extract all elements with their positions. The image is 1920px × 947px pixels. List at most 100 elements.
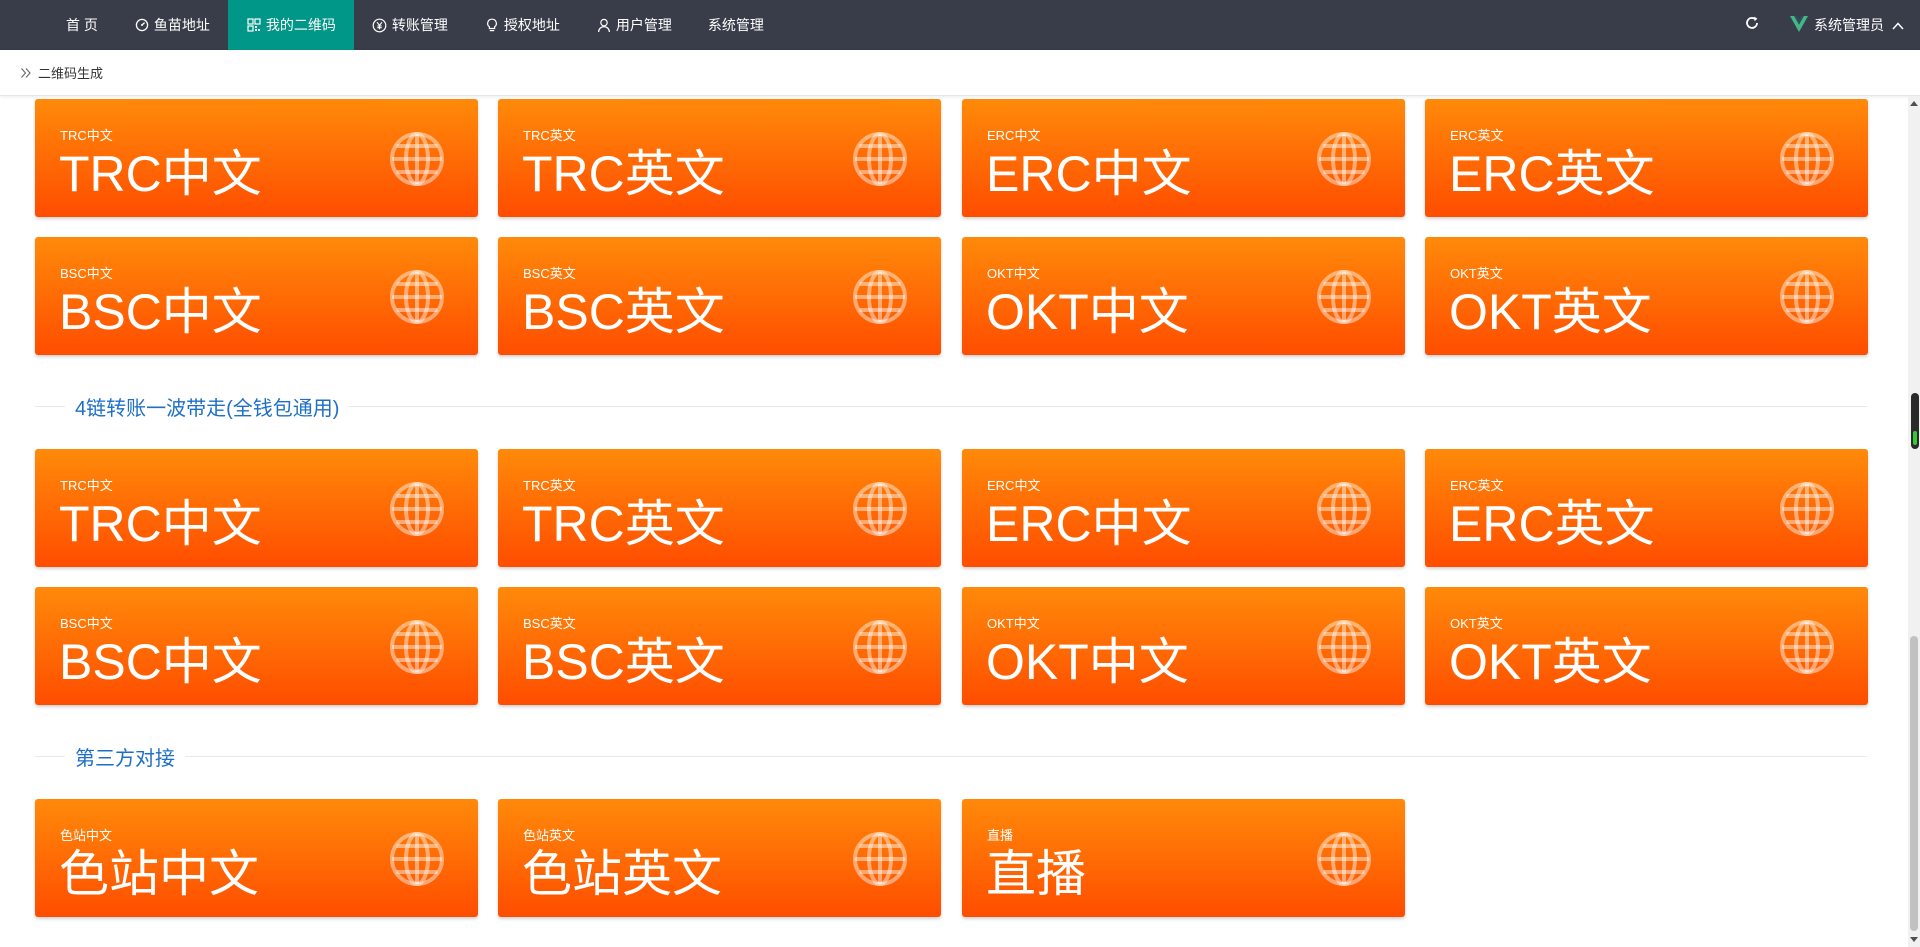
- card-label: TRC中文: [60, 128, 113, 143]
- card-title: OKT中文: [986, 634, 1189, 690]
- qrcode-card[interactable]: BSC英文 BSC英文: [498, 237, 941, 355]
- yen-icon: [372, 17, 388, 33]
- globe-icon: [1316, 131, 1372, 192]
- card-title: ERC中文: [986, 496, 1192, 552]
- qrcode-card[interactable]: OKT中文 OKT中文: [962, 587, 1405, 705]
- qrcode-card[interactable]: ERC英文 ERC英文: [1425, 449, 1868, 567]
- qrcode-card[interactable]: BSC英文 BSC英文: [498, 587, 941, 705]
- globe-icon: [1779, 619, 1835, 680]
- globe-icon: [852, 131, 908, 192]
- title-divider: [35, 755, 65, 757]
- card-title: OKT英文: [1449, 284, 1652, 340]
- nav-item-label: 首 页: [66, 17, 98, 33]
- nav-item-system[interactable]: 系统管理: [690, 0, 782, 50]
- user-menu[interactable]: 系统管理员: [1790, 15, 1920, 35]
- card-title: 色站中文: [59, 846, 259, 902]
- card-title: TRC中文: [59, 496, 262, 552]
- qrcode-card[interactable]: ERC中文 ERC中文: [962, 449, 1405, 567]
- title-divider: [349, 405, 1867, 407]
- card-label: TRC中文: [60, 478, 113, 493]
- title-divider: [185, 755, 1867, 757]
- card-title: TRC中文: [59, 146, 262, 202]
- globe-icon: [389, 619, 445, 680]
- nav-item-label: 用户管理: [615, 17, 672, 33]
- card-label: 色站中文: [60, 828, 113, 843]
- qrcode-card[interactable]: TRC中文 TRC中文: [35, 449, 478, 567]
- globe-icon: [1779, 131, 1835, 192]
- qrcode-card[interactable]: OKT英文 OKT英文: [1425, 587, 1868, 705]
- top-navbar: 首 页 鱼苗地址 我的二维码 转账管理 授权地址 用户管理 系统管理 系统管理员: [0, 0, 1920, 50]
- chevron-up-icon: [1892, 17, 1904, 33]
- card-label: BSC英文: [523, 616, 576, 631]
- nav-item-my-qrcode[interactable]: 我的二维码: [227, 0, 354, 50]
- section-title-third-party: 第三方对接: [35, 744, 1867, 770]
- nav-item-label: 系统管理: [707, 17, 764, 33]
- nav-item-label: 我的二维码: [265, 17, 336, 33]
- qrcode-card[interactable]: 直播 直播: [962, 799, 1405, 917]
- dashboard-icon: [134, 17, 150, 33]
- qrcode-card[interactable]: OKT英文 OKT英文: [1425, 237, 1868, 355]
- qrcode-card[interactable]: 色站英文 色站英文: [498, 799, 941, 917]
- scroll-thumb[interactable]: [1910, 636, 1918, 931]
- qrcode-card[interactable]: ERC中文 ERC中文: [962, 99, 1405, 217]
- user-name: 系统管理员: [1814, 17, 1884, 33]
- qrcode-card[interactable]: TRC英文 TRC英文: [498, 99, 941, 217]
- globe-icon: [852, 831, 908, 892]
- globe-icon: [852, 481, 908, 542]
- card-title: ERC英文: [1449, 146, 1655, 202]
- nav-item-label: 授权地址: [503, 17, 560, 33]
- globe-icon: [1316, 619, 1372, 680]
- globe-icon: [389, 481, 445, 542]
- card-title: OKT中文: [986, 284, 1189, 340]
- side-floating-indicator[interactable]: [1911, 393, 1919, 449]
- nav-menu: 首 页 鱼苗地址 我的二维码 转账管理 授权地址 用户管理 系统管理: [0, 0, 782, 50]
- qrcode-card[interactable]: TRC英文 TRC英文: [498, 449, 941, 567]
- page-scrollbar[interactable]: [1908, 96, 1920, 947]
- refresh-button[interactable]: [1732, 0, 1772, 50]
- qrcode-icon: [246, 17, 262, 33]
- card-label: OKT英文: [1450, 616, 1503, 631]
- card-label: BSC英文: [523, 266, 576, 281]
- scroll-down-arrow-icon[interactable]: [1908, 933, 1920, 947]
- vue-logo-icon: [1790, 15, 1808, 35]
- card-title: BSC英文: [522, 634, 725, 690]
- bulb-icon: [484, 17, 500, 33]
- card-label: ERC英文: [1450, 128, 1504, 143]
- globe-icon: [1316, 831, 1372, 892]
- scroll-up-arrow-icon[interactable]: [1908, 96, 1920, 110]
- card-label: ERC中文: [987, 128, 1041, 143]
- card-label: OKT英文: [1450, 266, 1503, 281]
- title-divider: [35, 405, 65, 407]
- indicator-fill: [1913, 431, 1917, 445]
- globe-icon: [1779, 481, 1835, 542]
- card-title: 色站英文: [522, 846, 722, 902]
- card-label: BSC中文: [60, 266, 113, 281]
- section-title-4chain: 4链转账一波带走(全钱包通用): [35, 394, 1867, 420]
- nav-item-label: 鱼苗地址: [153, 17, 210, 33]
- nav-item-home[interactable]: 首 页: [48, 0, 116, 50]
- nav-item-users[interactable]: 用户管理: [578, 0, 690, 50]
- card-label: ERC英文: [1450, 478, 1504, 493]
- card-title: BSC中文: [59, 284, 262, 340]
- card-title: BSC英文: [522, 284, 725, 340]
- breadcrumb: 二维码生成: [0, 50, 1920, 96]
- nav-item-transfer[interactable]: 转账管理: [354, 0, 466, 50]
- qrcode-card[interactable]: OKT中文 OKT中文: [962, 237, 1405, 355]
- qrcode-card[interactable]: BSC中文 BSC中文: [35, 237, 478, 355]
- qrcode-card[interactable]: 色站中文 色站中文: [35, 799, 478, 917]
- nav-right: 系统管理员: [1732, 0, 1920, 50]
- section-title-text: 4链转账一波带走(全钱包通用): [75, 397, 340, 420]
- main-content: TRC中文 TRC中文 TRC英文 TRC英文 ERC中文 ERC中文 ERC英…: [0, 97, 1908, 947]
- qrcode-card[interactable]: BSC中文 BSC中文: [35, 587, 478, 705]
- nav-item-auth-address[interactable]: 授权地址: [466, 0, 578, 50]
- qrcode-card[interactable]: TRC中文 TRC中文: [35, 99, 478, 217]
- nav-item-fry-address[interactable]: 鱼苗地址: [116, 0, 228, 50]
- qrcode-card[interactable]: ERC英文 ERC英文: [1425, 99, 1868, 217]
- card-label: BSC中文: [60, 616, 113, 631]
- card-title: ERC英文: [1449, 496, 1655, 552]
- globe-icon: [852, 269, 908, 330]
- breadcrumb-label[interactable]: 二维码生成: [38, 63, 103, 82]
- section-title-text: 第三方对接: [75, 747, 175, 770]
- globe-icon: [389, 269, 445, 330]
- card-title: TRC英文: [522, 496, 725, 552]
